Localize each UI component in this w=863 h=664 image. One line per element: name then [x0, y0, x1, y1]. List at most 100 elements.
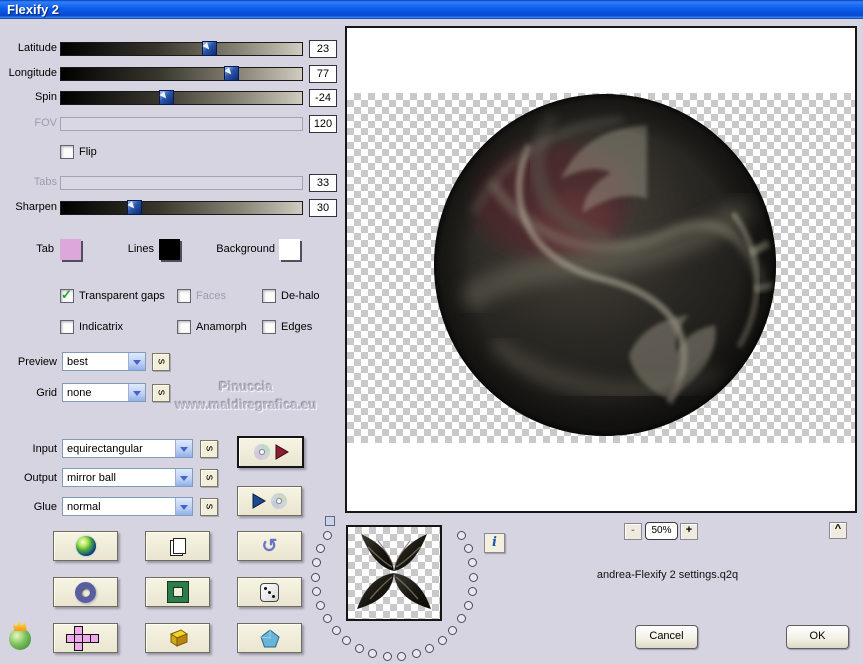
chevron-down-icon[interactable]	[175, 498, 192, 515]
spin-value[interactable]: -24	[309, 89, 337, 107]
ok-button[interactable]: OK	[786, 625, 849, 649]
spin-row: Spin -24	[0, 89, 343, 107]
watermark: Pinuccia www.maldiregrafica.eu	[128, 378, 364, 414]
transparent-gaps-checkbox[interactable]: ✓	[60, 287, 74, 303]
glue-dropdown-label: Glue	[33, 501, 57, 513]
sharpen-slider-thumb[interactable]	[127, 200, 143, 215]
flip-checkbox[interactable]	[60, 145, 74, 159]
longitude-value[interactable]: 77	[309, 65, 337, 83]
dial-handle[interactable]	[325, 516, 335, 526]
lines-color-swatch[interactable]	[159, 239, 180, 260]
faces-label: Faces	[196, 290, 226, 302]
undo-arrow-icon: ↺	[261, 535, 278, 557]
latitude-row: Latitude 23	[0, 40, 343, 58]
copy-button[interactable]	[145, 531, 210, 561]
anamorph-checkbox[interactable]	[177, 320, 191, 334]
latitude-slider[interactable]	[60, 41, 303, 56]
longitude-slider[interactable]	[60, 66, 303, 81]
info-button[interactable]: i	[484, 533, 505, 553]
sharpen-slider[interactable]	[60, 200, 303, 215]
longitude-row: Longitude 77	[0, 65, 343, 83]
preview-dropdown[interactable]: best	[62, 352, 146, 371]
indicatrix-label: Indicatrix	[79, 321, 124, 333]
zoom-level: 50%	[645, 522, 678, 540]
cancel-button[interactable]: Cancel	[635, 625, 698, 649]
watermark-line1: Pinuccia	[219, 379, 273, 394]
zoom-in-button[interactable]: +	[680, 523, 698, 540]
sharpen-value[interactable]: 30	[309, 199, 337, 217]
preview-row: Preview best s	[0, 352, 343, 372]
faces-checkbox	[177, 289, 191, 303]
fov-value[interactable]: 120	[309, 115, 337, 133]
glue-dropdown[interactable]: normal	[62, 497, 193, 516]
globe-icon	[75, 536, 96, 556]
dial-dot[interactable]	[425, 643, 435, 653]
sharpen-row: Sharpen 30	[0, 199, 343, 217]
dial-dot[interactable]	[354, 643, 364, 653]
dial-dot[interactable]	[331, 626, 341, 636]
longitude-slider-thumb[interactable]	[223, 66, 239, 81]
preview-dropdown-value: best	[67, 356, 88, 368]
dial-dot[interactable]	[382, 651, 392, 661]
settings-filename: andrea-Flexify 2 settings.q2q	[596, 569, 739, 581]
checkbox-row-1: ✓ Transparent gaps Faces De-halo	[0, 287, 343, 303]
glue-dropdown-value: normal	[67, 501, 101, 513]
tabs-label: Tabs	[33, 176, 57, 188]
watermark-line2: www.maldiregrafica.eu	[175, 397, 317, 412]
torus-button[interactable]	[53, 577, 118, 607]
dial-dot[interactable]	[411, 648, 421, 658]
spin-slider[interactable]	[60, 90, 303, 105]
source-thumbnail[interactable]	[346, 525, 442, 621]
latitude-label: Latitude	[17, 42, 57, 54]
chevron-down-icon[interactable]	[175, 440, 192, 457]
output-dropdown[interactable]: mirror ball	[62, 468, 193, 487]
spin-label: Spin	[34, 91, 57, 103]
dial-dot[interactable]	[467, 587, 477, 597]
collapse-button[interactable]: ^	[829, 522, 847, 539]
checkbox-row-2: Indicatrix Anamorph Edges	[0, 320, 343, 334]
dial-dot[interactable]	[468, 572, 478, 582]
torus-icon	[75, 581, 96, 603]
tab-color-swatch[interactable]	[60, 239, 81, 260]
input-dropdown-label: Input	[32, 443, 57, 455]
flip-label: Flip	[79, 146, 97, 158]
de-halo-checkbox[interactable]	[262, 289, 276, 303]
undo-button[interactable]: ↺	[237, 531, 302, 561]
edges-label: Edges	[281, 321, 313, 333]
spin-slider-thumb[interactable]	[158, 90, 174, 105]
preview-panel[interactable]	[345, 26, 857, 513]
dial-dot[interactable]	[437, 635, 447, 645]
frame-button[interactable]	[145, 577, 210, 607]
de-halo-label: De-halo	[281, 290, 320, 302]
edges-checkbox[interactable]	[262, 320, 276, 334]
output-dropdown-value: mirror ball	[67, 472, 116, 484]
load-settings-button[interactable]	[53, 531, 118, 561]
dial-dot[interactable]	[467, 558, 477, 568]
input-s-button[interactable]: s	[200, 440, 218, 458]
sharpen-label: Sharpen	[15, 201, 57, 213]
fov-slider	[60, 117, 303, 131]
anamorph-label: Anamorph	[196, 321, 247, 333]
dial-dot[interactable]	[397, 651, 407, 661]
apply-button[interactable]	[237, 486, 302, 516]
dial-dot[interactable]	[311, 572, 320, 582]
chevron-down-icon[interactable]	[175, 469, 192, 486]
tabs-value[interactable]: 33	[309, 174, 337, 192]
latitude-slider-thumb[interactable]	[202, 41, 217, 56]
latitude-value[interactable]: 23	[309, 40, 337, 58]
tab-swatch-label: Tab	[36, 243, 54, 255]
transparent-gaps-label: Transparent gaps	[79, 290, 165, 302]
grid-dropdown-label: Grid	[36, 387, 57, 399]
dial-dot[interactable]	[463, 544, 473, 554]
indicatrix-checkbox[interactable]	[60, 320, 74, 334]
preview-s-button[interactable]: s	[152, 353, 170, 371]
random-button[interactable]	[237, 577, 302, 607]
output-s-button[interactable]: s	[200, 469, 218, 487]
background-color-swatch[interactable]	[279, 239, 300, 260]
glue-s-button[interactable]: s	[200, 498, 218, 516]
render-button[interactable]	[237, 436, 304, 468]
zoom-out-button[interactable]: -	[624, 523, 642, 540]
check-icon: ✓	[61, 287, 72, 302]
chevron-down-icon[interactable]	[128, 353, 145, 370]
input-dropdown[interactable]: equirectangular	[62, 439, 193, 458]
